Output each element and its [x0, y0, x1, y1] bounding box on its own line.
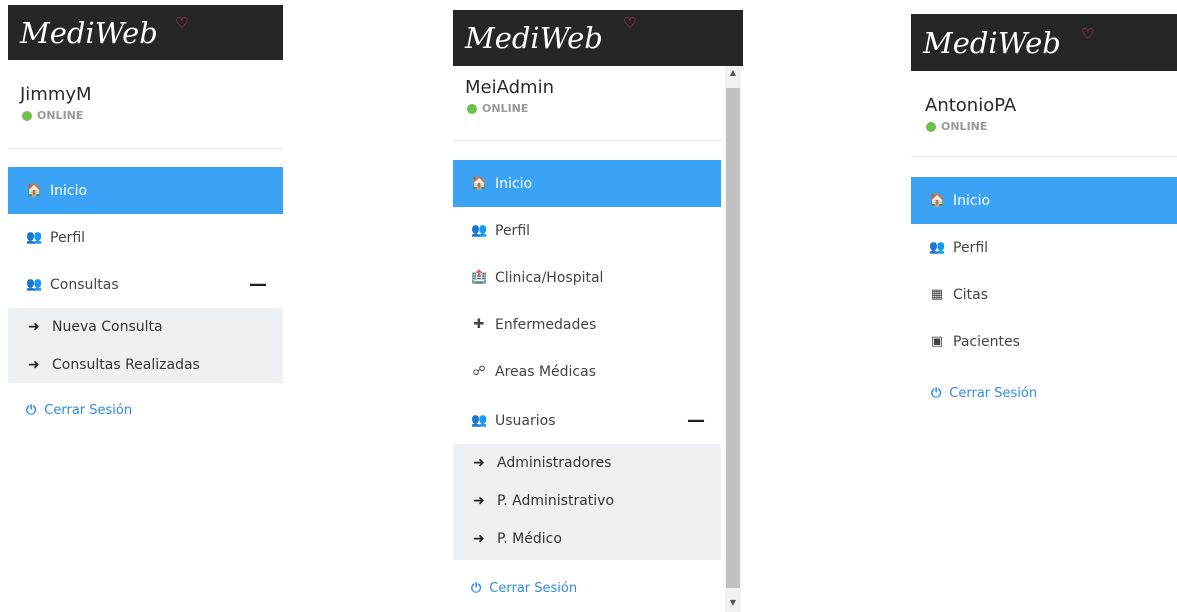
- user-name: AntonioPA: [925, 95, 1017, 116]
- submenu-item-consultas-realizadas[interactable]: ➜ Consultas Realizadas: [28, 346, 200, 384]
- user-name: JimmyM: [20, 84, 92, 105]
- arrow-right-icon: ➜: [473, 493, 485, 509]
- nav-item-inicio[interactable]: 🏠 Inicio: [453, 160, 721, 207]
- online-dot-icon: [467, 103, 477, 114]
- divider: [453, 140, 721, 141]
- nav-item-consultas[interactable]: 👥 Consultas —: [8, 261, 283, 308]
- mediweb-logo: MediWeb ♡: [911, 14, 1177, 71]
- arrow-right-icon: ➜: [473, 531, 485, 547]
- users-icon: 👥: [471, 413, 488, 428]
- sidebar-panel-jimmy: MediWeb ♡ JimmyM ONLINE 🏠 Inicio 👥 Perfi…: [8, 0, 283, 612]
- arrow-right-icon: ➜: [28, 357, 40, 373]
- user-md-icon: 👥: [929, 240, 946, 255]
- logout-link[interactable]: ⏻ Cerrar Sesión: [471, 581, 577, 596]
- power-icon: ⏻: [26, 403, 37, 418]
- mediweb-logo: MediWeb ♡: [453, 10, 743, 66]
- nav-item-perfil[interactable]: 👥 Perfil: [8, 214, 283, 261]
- collapse-icon[interactable]: —: [249, 274, 267, 295]
- nav-item-citas[interactable]: ▦ Citas: [911, 271, 1177, 318]
- submenu-item-nueva-consulta[interactable]: ➜ Nueva Consulta: [28, 308, 163, 346]
- mediweb-logo: MediWeb ♡: [8, 5, 283, 60]
- vertical-scrollbar[interactable]: ▲ ▼: [725, 66, 741, 612]
- scroll-thumb[interactable]: [726, 88, 740, 588]
- online-dot-icon: [926, 121, 936, 132]
- address-book-icon: ▣: [930, 334, 944, 349]
- collapse-icon[interactable]: —: [687, 410, 705, 431]
- nav-item-inicio[interactable]: 🏠 Inicio: [911, 177, 1177, 224]
- usuarios-submenu: ➜ Administradores ➜ P. Administrativo ➜ …: [453, 444, 721, 560]
- nav-item-pacientes[interactable]: ▣ Pacientes: [911, 318, 1177, 365]
- hospital-icon: 🏥: [471, 270, 488, 285]
- power-icon: ⏻: [471, 581, 482, 596]
- divider: [911, 156, 1177, 157]
- logout-link[interactable]: ⏻ Cerrar Sesión: [931, 386, 1037, 401]
- divider: [8, 148, 283, 149]
- submenu-item-p-medico[interactable]: ➜ P. Médico: [473, 520, 562, 558]
- user-md-icon: 👥: [471, 223, 488, 238]
- nav-item-usuarios[interactable]: 👥 Usuarios —: [453, 397, 721, 444]
- user-md-icon: 👥: [26, 230, 43, 245]
- consultas-submenu: ➜ Nueva Consulta ➜ Consultas Realizadas: [8, 308, 283, 383]
- heart-logo-icon: ♡: [175, 14, 189, 32]
- scroll-up-icon[interactable]: ▲: [725, 68, 741, 77]
- nav-item-inicio[interactable]: 🏠 Inicio: [8, 167, 283, 214]
- home-icon: 🏠: [929, 193, 946, 208]
- nav-item-enfermedades[interactable]: ✚ Enfermedades: [453, 301, 721, 348]
- sitemap-icon: ☍: [472, 364, 486, 379]
- users-icon: 👥: [26, 277, 43, 292]
- medkit-icon: ✚: [473, 317, 485, 332]
- logout-link[interactable]: ⏻ Cerrar Sesión: [26, 403, 132, 418]
- power-icon: ⏻: [931, 386, 942, 401]
- online-dot-icon: [22, 110, 32, 121]
- user-name: MeiAdmin: [465, 77, 554, 98]
- nav-item-perfil[interactable]: 👥 Perfil: [453, 207, 721, 254]
- submenu-item-administradores[interactable]: ➜ Administradores: [473, 444, 611, 482]
- arrow-right-icon: ➜: [473, 455, 485, 471]
- nav-item-areas-medicas[interactable]: ☍ Areas Médicas: [453, 348, 721, 395]
- submenu-item-p-administrativo[interactable]: ➜ P. Administrativo: [473, 482, 614, 520]
- nav-item-clinica-hospital[interactable]: 🏥 Clinica/Hospital: [453, 254, 721, 301]
- sidebar-panel-antonio: MediWeb ♡ AntonioPA ONLINE 🏠 Inicio 👥 Pe…: [911, 0, 1177, 612]
- sidebar-panel-meiadmin: MediWeb ♡ MeiAdmin ONLINE 🏠 Inicio 👥 Per…: [453, 0, 743, 612]
- nav-item-perfil[interactable]: 👥 Perfil: [911, 224, 1177, 271]
- online-status: ONLINE: [926, 120, 987, 133]
- calendar-icon: ▦: [930, 287, 944, 302]
- heart-logo-icon: ♡: [1081, 25, 1095, 43]
- home-icon: 🏠: [471, 176, 488, 191]
- scroll-down-icon[interactable]: ▼: [725, 598, 741, 607]
- online-status: ONLINE: [467, 102, 528, 115]
- home-icon: 🏠: [26, 183, 43, 198]
- arrow-right-icon: ➜: [28, 319, 40, 335]
- heart-logo-icon: ♡: [623, 14, 637, 32]
- online-status: ONLINE: [22, 109, 83, 122]
